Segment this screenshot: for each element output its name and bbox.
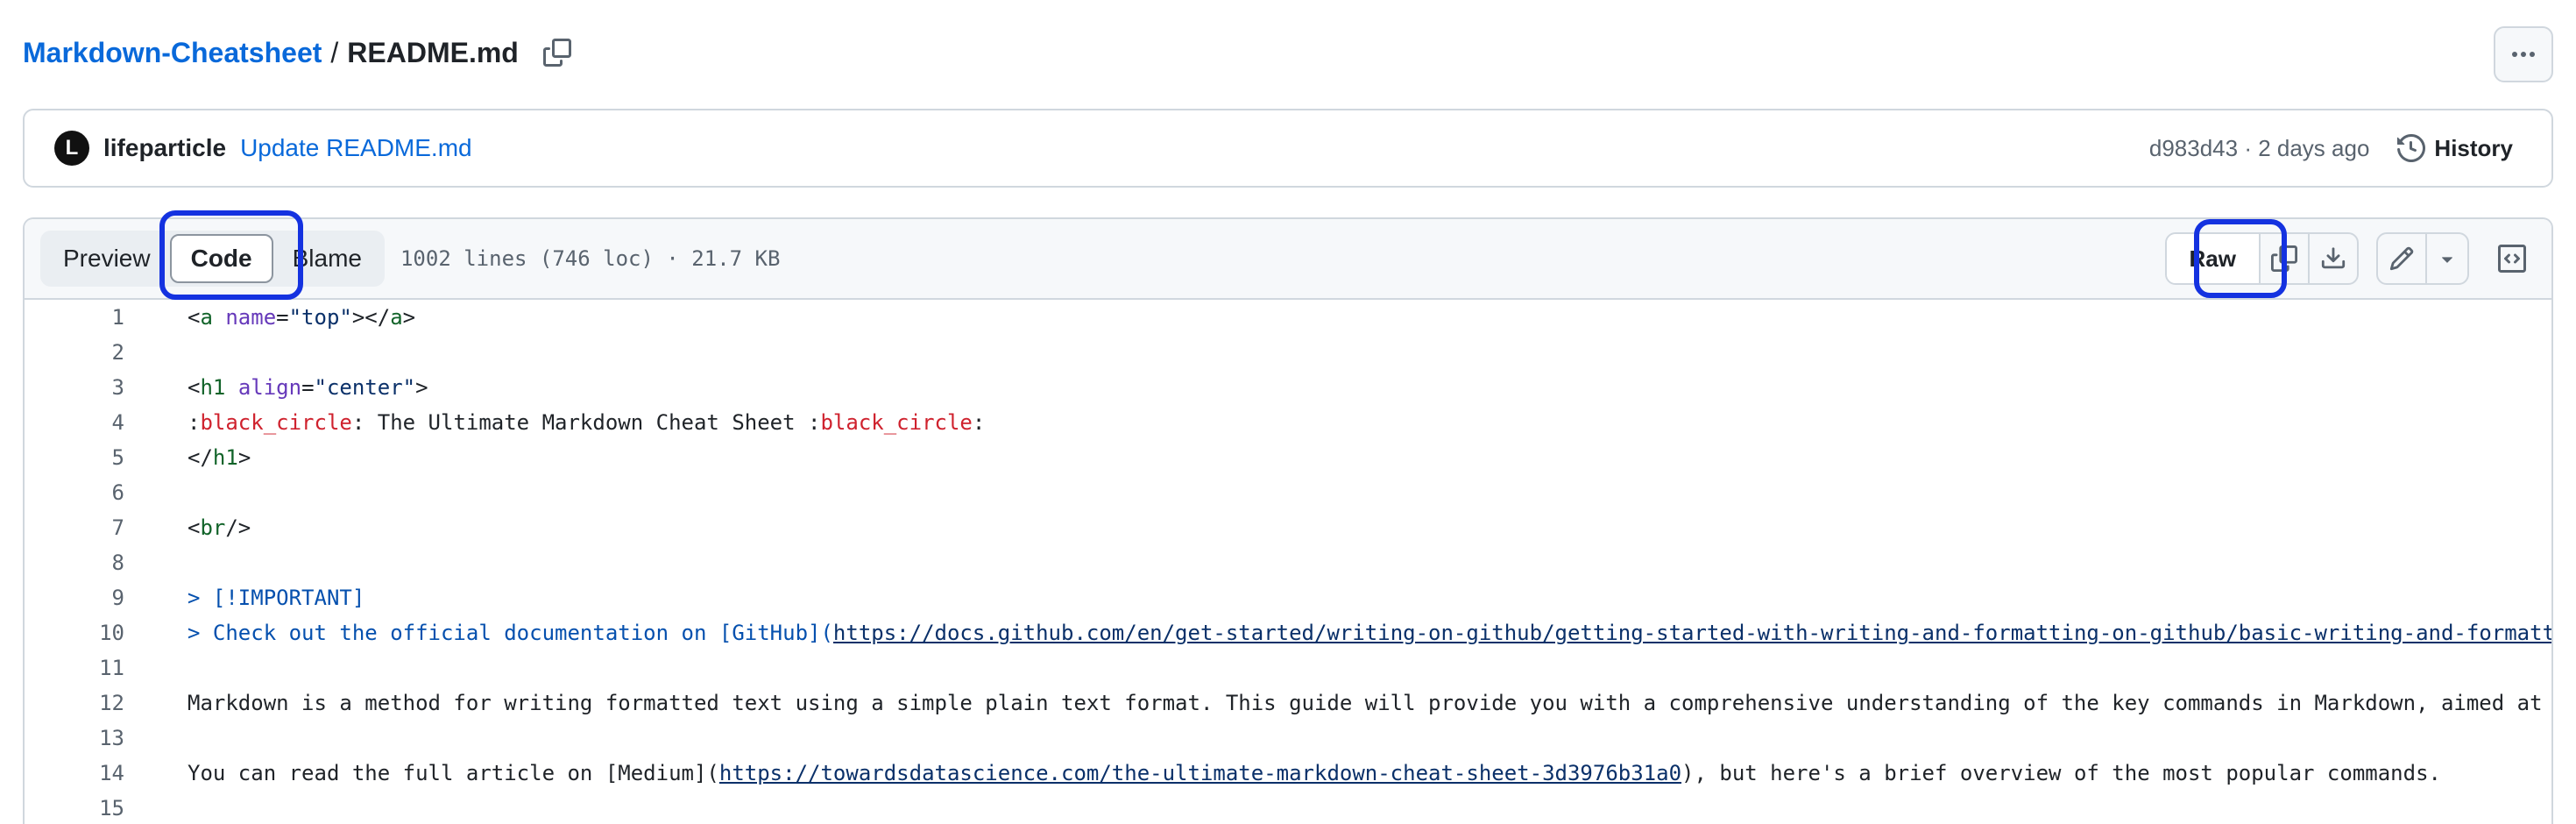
line-number[interactable]: 12 [25,691,124,715]
edit-group [2376,232,2469,285]
line-number[interactable]: 6 [25,480,124,505]
line-number[interactable]: 2 [25,340,124,365]
code-line: 14 You can read the full article on [Medi… [25,756,2551,791]
line-number[interactable]: 13 [25,726,124,750]
view-mode-switcher: Preview Code Blame [40,231,385,287]
line-number[interactable]: 15 [25,796,124,820]
commit-hash-and-time[interactable]: d983d43 · 2 days ago [2149,135,2370,162]
commit-message-link[interactable]: Update README.md [240,134,472,162]
line-number[interactable]: 7 [25,515,124,540]
line-content: <a name="top"></a> [188,305,416,330]
line-number[interactable]: 5 [25,445,124,470]
raw-copy-download-group: Raw [2164,232,2359,285]
code-line: 5 </h1> [25,440,2551,475]
breadcrumb-repo-link[interactable]: Markdown-Cheatsheet [23,37,322,69]
file-info: 1002 lines (746 loc) · 21.7 KB [400,246,781,271]
code-line: 4 :black_circle: The Ultimate Markdown Ch… [25,405,2551,440]
line-content: <h1 align="center"> [188,375,428,400]
breadcrumb-file-name: README.md [347,36,519,68]
top-bar: Markdown-Cheatsheet / README.md [23,26,2553,82]
code-link[interactable]: https://towardsdatascience.com/the-ultim… [719,761,1681,785]
edit-file-button[interactable] [2378,234,2427,283]
line-content: You can read the full article on [Medium… [188,761,2441,785]
code-line: 13 [25,721,2551,756]
latest-commit-bar: L lifeparticle Update README.md d983d43 … [23,109,2553,188]
code-line: 6 [25,475,2551,510]
code-line: 8 [25,545,2551,580]
edit-options-button[interactable] [2427,234,2467,283]
download-raw-button[interactable] [2310,234,2357,283]
pencil-icon [2389,246,2414,271]
history-label: History [2434,134,2513,161]
code-line: 15 [25,791,2551,824]
symbols-panel-button[interactable] [2487,234,2537,283]
line-content: > [!IMPORTANT] [188,586,365,610]
line-number[interactable]: 4 [25,410,124,435]
line-number[interactable]: 11 [25,656,124,680]
raw-button[interactable]: Raw [2166,234,2261,283]
history-button[interactable]: History [2397,134,2513,162]
code-line: 3 <h1 align="center"> [25,370,2551,405]
copy-path-button[interactable] [533,28,582,77]
line-content: Markdown is a method for writing formatt… [188,691,2553,715]
line-number[interactable]: 3 [25,375,124,400]
tab-preview[interactable]: Preview [44,234,170,283]
line-number[interactable]: 8 [25,551,124,575]
file-header: Preview Code Blame 1002 lines (746 loc) … [25,219,2551,300]
code-line: 2 [25,335,2551,370]
breadcrumb: Markdown-Cheatsheet / README.md [23,26,582,79]
download-icon [2321,247,2346,269]
tab-blame[interactable]: Blame [273,234,381,283]
more-options-button[interactable] [2494,26,2553,82]
tab-code[interactable]: Code [169,234,273,283]
line-number[interactable]: 14 [25,761,124,785]
code-line: 7 <br/> [25,510,2551,545]
line-number[interactable]: 9 [25,586,124,610]
code-link[interactable]: https://docs.github.com/en/get-started/w… [833,621,2551,645]
code-view[interactable]: 1 <a name="top"></a> 2 3 <h1 align="center… [25,300,2551,824]
line-number[interactable]: 10 [25,621,124,645]
triangle-down-icon [2442,257,2452,263]
copy-raw-button[interactable] [2261,234,2310,283]
copy-icon [542,39,571,67]
line-content: :black_circle: The Ultimate Markdown Che… [188,410,986,435]
line-content: <br/> [188,515,251,540]
code-square-icon [2498,245,2526,273]
breadcrumb-separator: / [330,36,339,68]
line-number[interactable]: 1 [25,305,124,330]
line-content: </h1> [188,445,251,470]
copy-icon [2271,245,2297,272]
avatar[interactable]: L [54,131,89,166]
line-content: > Check out the official documentation o… [188,621,2551,645]
file-viewer: Preview Code Blame 1002 lines (746 loc) … [23,217,2553,824]
commit-author[interactable]: lifeparticle [103,134,226,162]
code-line: 11 [25,650,2551,685]
code-line: 10 > Check out the official documentation… [25,615,2551,650]
code-line: 1 <a name="top"></a> [25,300,2551,335]
code-line: 9 > [!IMPORTANT] [25,580,2551,615]
history-icon [2397,134,2426,162]
file-actions: Raw [2164,219,2537,298]
code-line: 12 Markdown is a method for writing forma… [25,685,2551,721]
kebab-horizontal-icon [2512,52,2535,57]
